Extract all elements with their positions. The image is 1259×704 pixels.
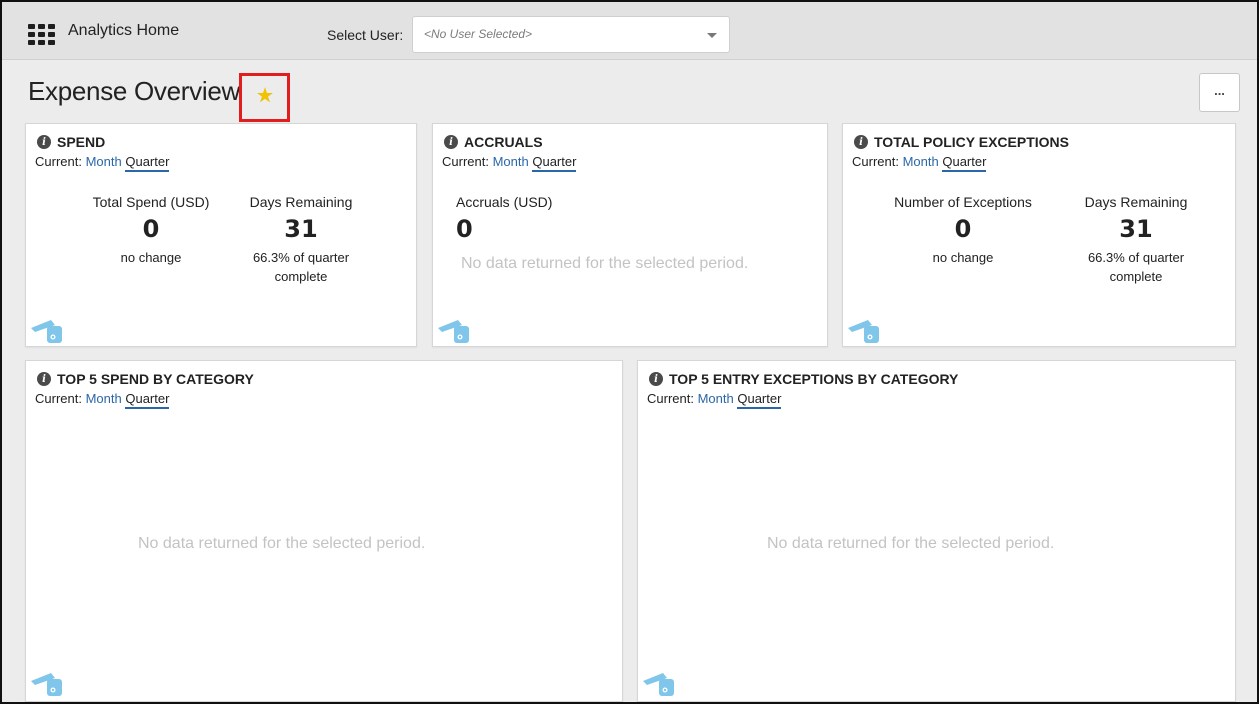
wallet-icon (31, 320, 62, 343)
period-selector: Current: Month Quarter (35, 154, 170, 172)
metric-change: no change (932, 250, 994, 265)
metric-progress-line1: 66.3% of quarter (1087, 250, 1185, 265)
info-icon[interactable]: i (649, 372, 663, 386)
current-label: Current: (442, 154, 489, 169)
wallet-icon (31, 673, 62, 696)
card-title: i TOP 5 ENTRY EXCEPTIONS BY CATEGORY (649, 371, 958, 387)
no-data-message: No data returned for the selected period… (461, 255, 749, 272)
metric-progress-line2: complete (274, 269, 328, 284)
card-title-text: TOP 5 ENTRY EXCEPTIONS BY CATEGORY (669, 371, 959, 387)
metric-progress: 66.3% of quarter complete (1071, 248, 1201, 286)
top-exceptions-card: i TOP 5 ENTRY EXCEPTIONS BY CATEGORY Cur… (637, 360, 1236, 702)
metric-label: Number of Exceptions (894, 194, 1032, 210)
info-icon[interactable]: i (37, 135, 51, 149)
period-selector: Current: Month Quarter (852, 154, 987, 172)
period-month-link[interactable]: Month (698, 391, 734, 406)
metric-value: 0 (142, 215, 160, 243)
days-remaining-metric: Days Remaining 31 66.3% of quarter compl… (1071, 194, 1201, 286)
metric-label: Total Spend (USD) (92, 194, 210, 210)
info-icon[interactable]: i (37, 372, 51, 386)
period-quarter-link[interactable]: Quarter (125, 154, 170, 172)
period-selector: Current: Month Quarter (35, 391, 170, 409)
metric-label: Days Remaining (1084, 194, 1188, 210)
info-icon[interactable]: i (444, 135, 458, 149)
accruals-metric: Accruals (USD) 0 (456, 194, 552, 242)
apps-grid-icon[interactable] (28, 24, 56, 46)
select-user-label: Select User: (327, 27, 404, 43)
top-spend-card: i TOP 5 SPEND BY CATEGORY Current: Month… (25, 360, 623, 702)
select-user-dropdown[interactable]: <No User Selected> (412, 16, 730, 53)
period-selector: Current: Month Quarter (442, 154, 577, 172)
current-label: Current: (852, 154, 899, 169)
current-label: Current: (647, 391, 694, 406)
policy-exceptions-card: i TOTAL POLICY EXCEPTIONS Current: Month… (842, 123, 1236, 347)
card-title: i SPEND (37, 134, 105, 150)
star-icon[interactable]: ★ (256, 83, 274, 108)
period-quarter-link[interactable]: Quarter (737, 391, 782, 409)
info-icon[interactable]: i (854, 135, 868, 149)
metric-value: 31 (284, 215, 318, 243)
exceptions-count-metric: Number of Exceptions 0 no change (883, 194, 1043, 267)
wallet-icon (438, 320, 469, 343)
card-title-text: SPEND (57, 134, 106, 150)
metric-value: 0 (954, 215, 972, 243)
wallet-icon (643, 673, 674, 696)
period-quarter-link[interactable]: Quarter (942, 154, 987, 172)
metric-progress-line2: complete (1109, 269, 1163, 284)
current-label: Current: (35, 154, 82, 169)
period-month-link[interactable]: Month (86, 154, 122, 169)
total-spend-metric: Total Spend (USD) 0 no change (76, 194, 226, 267)
days-remaining-metric: Days Remaining 31 66.3% of quarter compl… (236, 194, 366, 286)
card-title-text: TOTAL POLICY EXCEPTIONS (874, 134, 1069, 150)
card-title-text: ACCRUALS (464, 134, 543, 150)
metric-value: 31 (1119, 215, 1153, 243)
card-title-text: TOP 5 SPEND BY CATEGORY (57, 371, 254, 387)
select-user-placeholder: <No User Selected> (424, 27, 533, 41)
card-title: i TOTAL POLICY EXCEPTIONS (854, 134, 1069, 150)
no-data-message: No data returned for the selected period… (138, 535, 426, 552)
more-options-button[interactable]: ... (1199, 73, 1240, 112)
period-selector: Current: Month Quarter (647, 391, 782, 409)
spend-card: i SPEND Current: Month Quarter Total Spe… (25, 123, 417, 347)
page-title: Expense Overview (28, 76, 240, 106)
metric-progress-line1: 66.3% of quarter (252, 250, 350, 265)
no-data-message: No data returned for the selected period… (767, 535, 1055, 552)
wallet-icon (848, 320, 879, 343)
metric-progress: 66.3% of quarter complete (236, 248, 366, 286)
current-label: Current: (35, 391, 82, 406)
period-month-link[interactable]: Month (493, 154, 529, 169)
metric-change: no change (120, 250, 182, 265)
card-title: i ACCRUALS (444, 134, 543, 150)
app-title[interactable]: Analytics Home (68, 22, 179, 40)
card-title: i TOP 5 SPEND BY CATEGORY (37, 371, 254, 387)
accruals-card: i ACCRUALS Current: Month Quarter Accrua… (432, 123, 828, 347)
period-month-link[interactable]: Month (903, 154, 939, 169)
period-quarter-link[interactable]: Quarter (532, 154, 577, 172)
chevron-down-icon (707, 33, 717, 38)
metric-value: 0 (456, 215, 473, 243)
metric-label: Days Remaining (249, 194, 353, 210)
period-quarter-link[interactable]: Quarter (125, 391, 170, 409)
period-month-link[interactable]: Month (86, 391, 122, 406)
metric-label: Accruals (USD) (456, 194, 553, 210)
